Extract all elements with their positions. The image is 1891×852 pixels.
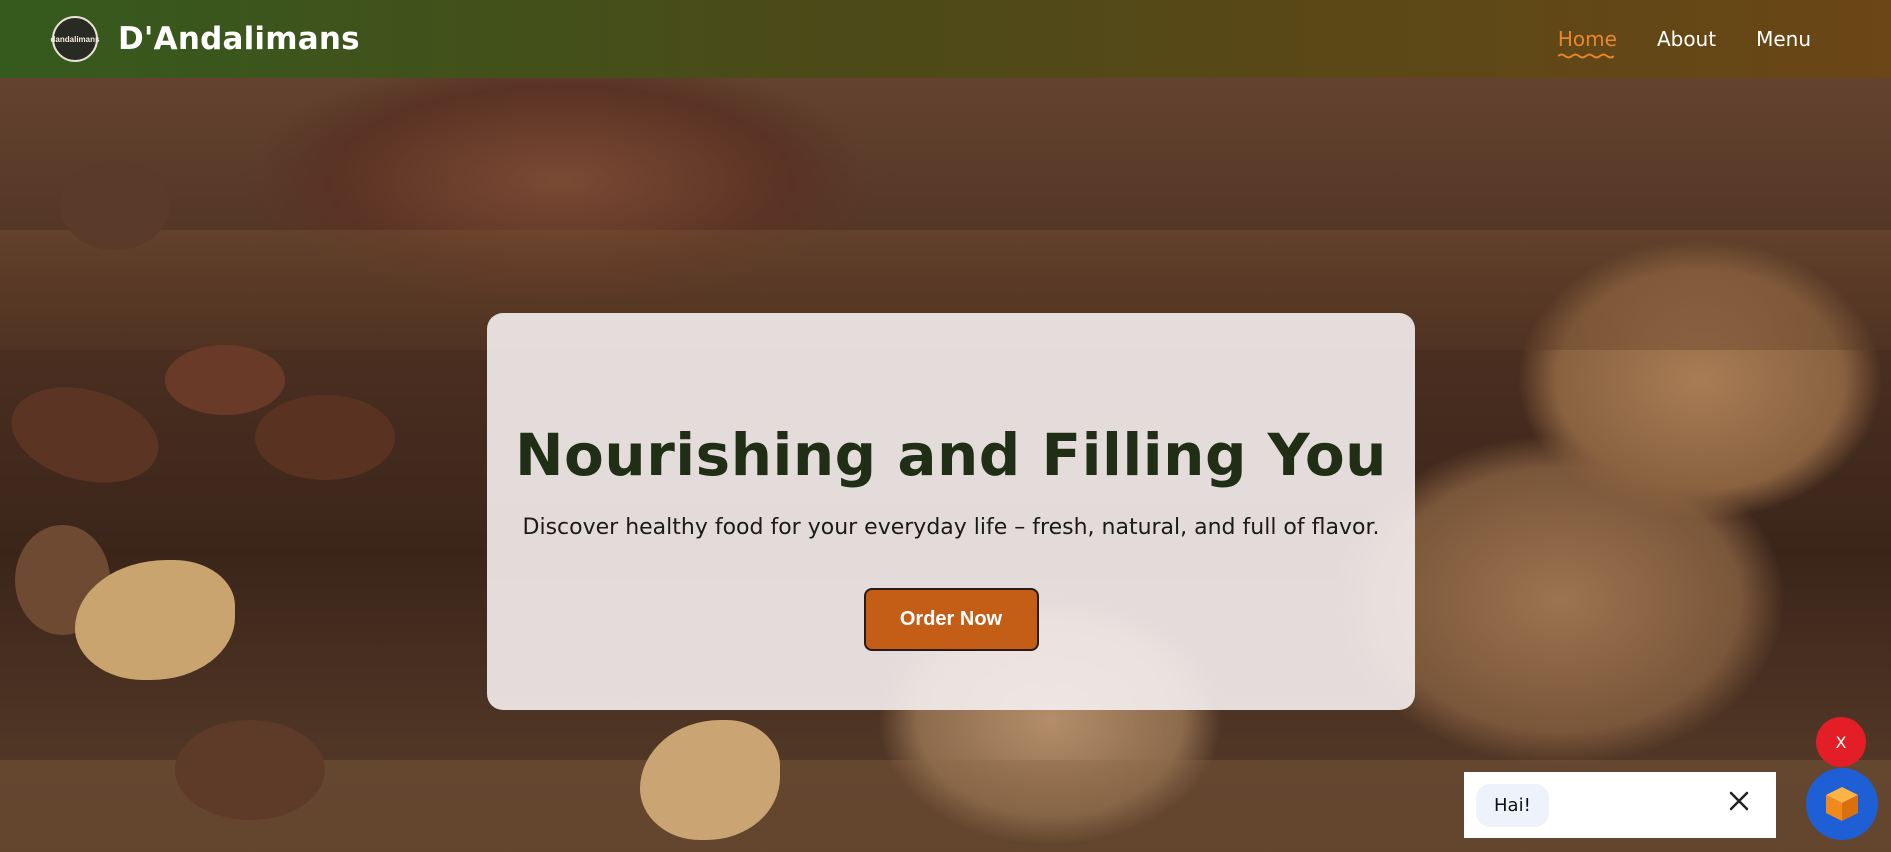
chat-greeting-message: Hai! [1476,783,1549,827]
nav-menu-link[interactable]: Menu [1756,27,1811,51]
chat-launcher-button[interactable] [1806,768,1878,840]
nav-about-link[interactable]: About [1657,27,1716,51]
nav-menu-label: Menu [1756,27,1811,51]
hero-card: Nourishing and Filling You Discover heal… [487,313,1415,710]
chat-close-button[interactable]: X [1816,717,1866,767]
pecan-image [255,395,395,480]
pecan-image [165,345,285,415]
hero-title: Nourishing and Filling You [515,421,1387,489]
chat-close-label: X [1835,732,1847,752]
nav-about-label: About [1656,27,1717,51]
nav-home-label: Home [1557,27,1617,51]
brand-name[interactable]: D'Andalimans [118,21,360,57]
nav-home-link[interactable]: Home [1557,27,1617,59]
main-nav: Home About Menu [1557,0,1811,78]
hero-subtitle: Discover healthy food for your everyday … [522,515,1380,540]
logo-text: dandalimans [50,34,100,44]
almond-image [60,160,170,250]
cube-icon [1826,787,1858,821]
brand-logo[interactable]: dandalimans [50,16,100,62]
chat-greeting-popup[interactable]: Hai! [1464,772,1776,838]
almond-image [175,720,325,820]
order-now-button[interactable]: Order Now [863,588,1039,651]
active-underline-squiggle [1557,53,1614,59]
pecan-image [0,372,170,498]
close-icon[interactable] [1726,788,1752,814]
site-header: dandalimans D'Andalimans Home About Menu [0,0,1891,78]
